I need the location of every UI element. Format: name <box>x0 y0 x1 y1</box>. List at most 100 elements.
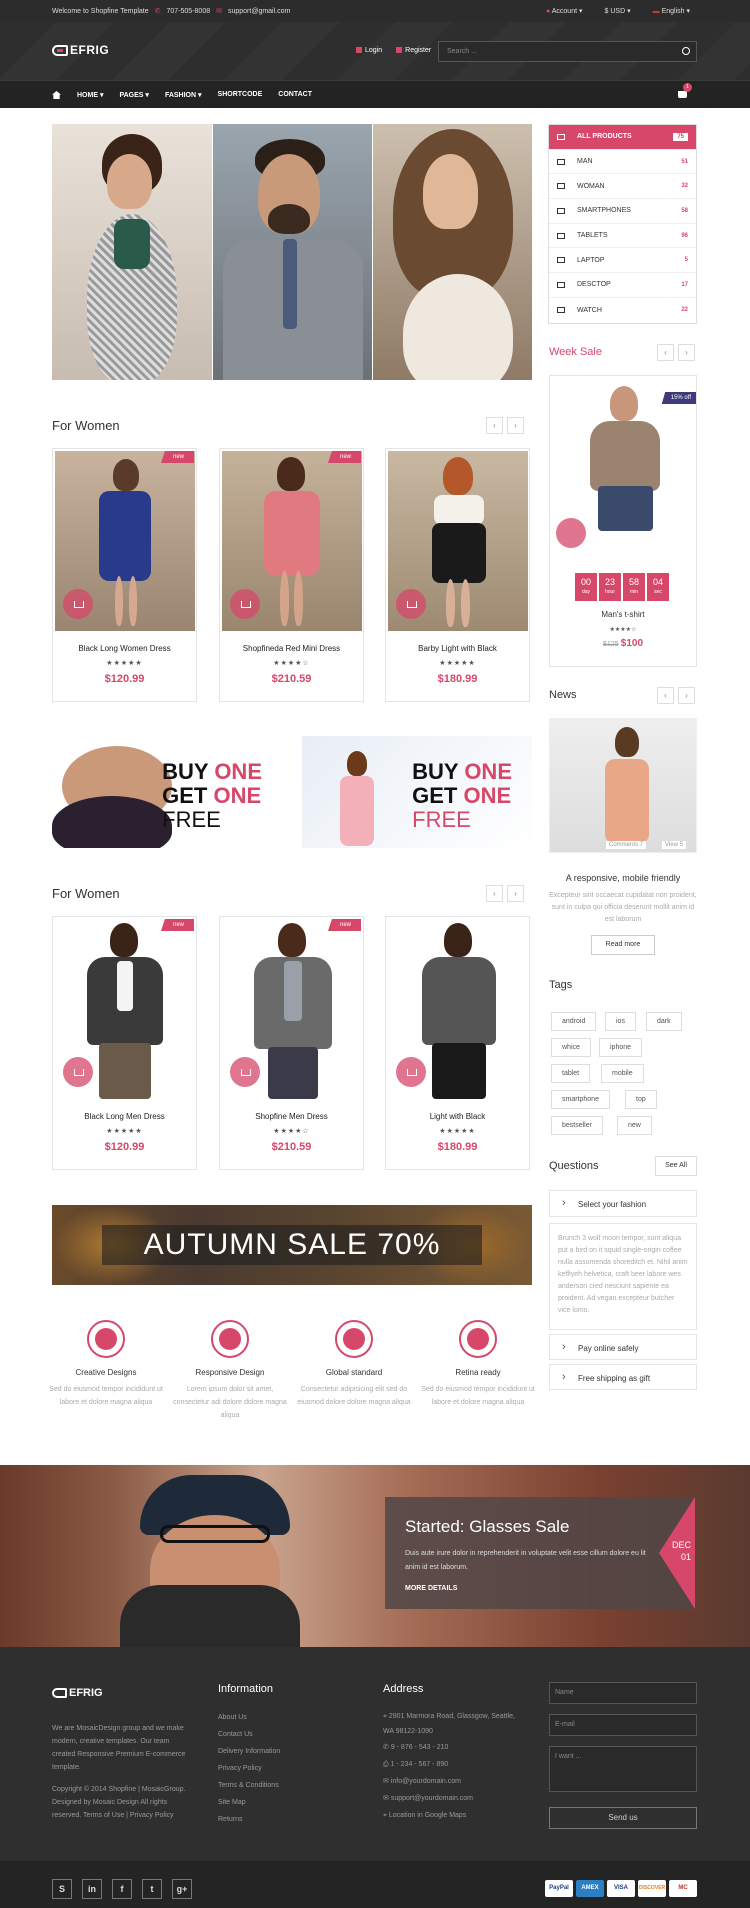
product-card[interactable]: new Shopfine Men Dress ★★★★☆ $210.59 <box>219 916 364 1170</box>
see-all-button[interactable]: See All <box>655 1156 697 1176</box>
nav-home[interactable]: HOME ▾ <box>77 91 103 99</box>
next-arrow-icon[interactable]: › <box>678 344 695 361</box>
category-smartphones[interactable]: SMARTPHONES 58 <box>549 199 696 224</box>
tag-new[interactable]: new <box>617 1116 652 1135</box>
category-laptop[interactable]: LAPTOP 5 <box>549 248 696 274</box>
prev-arrow-icon[interactable]: ‹ <box>657 687 674 704</box>
footer-logo[interactable]: EFRIG <box>52 1687 103 1699</box>
prev-arrow-icon[interactable]: ‹ <box>657 344 674 361</box>
read-more-button[interactable]: Read more <box>591 935 655 955</box>
next-arrow-icon[interactable]: › <box>507 885 524 902</box>
amex-icon: AMEX <box>576 1880 604 1897</box>
footer-link-about[interactable]: About Us <box>218 1709 280 1726</box>
product-card[interactable]: Barby Light with Black ★★★★★ $180.99 <box>385 448 530 702</box>
logo[interactable]: EFRIG <box>52 43 109 57</box>
footer-link-terms[interactable]: Terms & Conditions <box>218 1777 280 1794</box>
add-to-cart-button[interactable] <box>63 589 93 619</box>
question-free-shipping[interactable]: Free shipping as gift <box>549 1364 697 1390</box>
google-plus-icon[interactable]: g+ <box>172 1879 192 1899</box>
tag-tablet[interactable]: tablet <box>551 1064 591 1083</box>
email-link[interactable]: support@gmail.com <box>228 8 290 15</box>
add-to-cart-button[interactable] <box>230 1057 260 1087</box>
category-desctop[interactable]: DESCTOP 17 <box>549 273 696 298</box>
prev-arrow-icon[interactable]: ‹ <box>486 417 503 434</box>
product-price: $180.99 <box>437 673 478 685</box>
top-bar: Welcome to Shopfine Template ✆ 707-505-8… <box>0 0 750 22</box>
tag-bestseller[interactable]: bestseller <box>551 1116 603 1135</box>
autumn-sale-banner[interactable]: AUTUMN SALE 70% <box>52 1205 532 1285</box>
product-name[interactable]: Light with Black <box>386 1112 529 1121</box>
product-name[interactable]: Shopfine Men Dress <box>220 1112 363 1121</box>
tag-whice[interactable]: whice <box>551 1038 591 1057</box>
countdown-timer: 00 day 23 hour 58 min 04 sec <box>575 573 669 601</box>
category-man[interactable]: MAN 51 <box>549 150 696 175</box>
news-image[interactable]: Comments 7 View 5 <box>549 718 697 853</box>
timer-sec: 04 sec <box>647 573 669 601</box>
more-details-link[interactable]: MORE DETAILS <box>405 1585 675 1592</box>
rating-stars: ★★★★★ <box>106 660 143 667</box>
name-field[interactable]: Name <box>549 1682 697 1704</box>
footer-link-contact[interactable]: Contact Us <box>218 1726 280 1743</box>
product-card[interactable]: new Black Long Women Dress ★★★★★ $120.99 <box>52 448 197 702</box>
tag-top[interactable]: top <box>625 1090 657 1109</box>
account-dropdown[interactable]: ● Account ▾ <box>546 7 583 15</box>
product-card[interactable]: Light with Black ★★★★★ $180.99 <box>385 916 530 1170</box>
next-arrow-icon[interactable]: › <box>678 687 695 704</box>
promo-banner-2[interactable]: BUY ONE GET ONE FREE <box>302 736 532 848</box>
news-heading[interactable]: A responsive, mobile friendly <box>549 873 697 883</box>
search-input[interactable]: Search ... <box>438 41 697 62</box>
tag-ios[interactable]: ios <box>605 1012 636 1031</box>
product-price: $210.59 <box>271 673 312 685</box>
footer-address: Address ⌖ 2901 Marmora Road, Glassgow, S… <box>383 1683 515 1819</box>
product-name[interactable]: Shopfineda Red Mini Dress <box>220 644 363 653</box>
add-to-cart-button[interactable] <box>556 518 586 548</box>
footer-link-sitemap[interactable]: Site Map <box>218 1794 280 1811</box>
email-field[interactable]: E-mail <box>549 1714 697 1736</box>
prev-arrow-icon[interactable]: ‹ <box>486 885 503 902</box>
login-link[interactable]: Login <box>356 47 382 54</box>
skype-icon[interactable]: S <box>52 1879 72 1899</box>
currency-dropdown[interactable]: $ USD ▾ <box>605 7 631 15</box>
nav-fashion[interactable]: FASHION ▾ <box>165 91 202 99</box>
question-select-fashion[interactable]: Select your fashion <box>549 1190 697 1217</box>
next-arrow-icon[interactable]: › <box>507 417 524 434</box>
tag-iphone[interactable]: iphone <box>599 1038 643 1057</box>
nav-pages[interactable]: PAGES ▾ <box>119 91 148 99</box>
tablet-icon <box>459 1320 497 1358</box>
category-watch[interactable]: WATCH 22 <box>549 298 696 323</box>
nav-contact[interactable]: CONTACT <box>278 91 312 99</box>
tag-mobile[interactable]: mobile <box>601 1064 644 1083</box>
product-card[interactable]: new Black Long Men Dress ★★★★★ $120.99 <box>52 916 197 1170</box>
language-dropdown[interactable]: ▬ English ▾ <box>653 7 690 15</box>
register-link[interactable]: Register <box>396 47 431 54</box>
footer-link-privacy[interactable]: Privacy Policy <box>218 1760 280 1777</box>
product-card[interactable]: new Shopfineda Red Mini Dress ★★★★☆ $210… <box>219 448 364 702</box>
footer-link-delivery[interactable]: Delivery Information <box>218 1743 280 1760</box>
tag-android[interactable]: android <box>551 1012 597 1031</box>
add-to-cart-button[interactable] <box>396 589 426 619</box>
cart-icon[interactable]: 1 <box>678 83 692 98</box>
category-all-products[interactable]: ALL PRODUCTS 75 <box>549 125 696 150</box>
search-icon[interactable] <box>682 47 690 55</box>
footer-link-returns[interactable]: Returns <box>218 1811 280 1828</box>
add-to-cart-button[interactable] <box>230 589 260 619</box>
add-to-cart-button[interactable] <box>396 1057 426 1087</box>
product-name[interactable]: Barby Light with Black <box>386 644 529 653</box>
product-name[interactable]: Black Long Women Dress <box>53 644 196 653</box>
linkedin-icon[interactable]: in <box>82 1879 102 1899</box>
week-sale-product-name[interactable]: Man's t-shirt <box>550 610 696 619</box>
promo-banner-1[interactable]: BUY ONE GET ONE FREE <box>52 736 282 848</box>
facebook-icon[interactable]: f <box>112 1879 132 1899</box>
add-to-cart-button[interactable] <box>63 1057 93 1087</box>
category-woman[interactable]: WOMAN 32 <box>549 174 696 200</box>
send-button[interactable]: Send us <box>549 1807 697 1829</box>
message-field[interactable]: I want ... <box>549 1746 697 1792</box>
nav-shortcode[interactable]: SHORTCODE <box>218 91 263 99</box>
tag-smartphone[interactable]: smartphone <box>551 1090 610 1109</box>
twitter-icon[interactable]: t <box>142 1879 162 1899</box>
category-tablets[interactable]: TABLETS 96 <box>549 224 696 249</box>
home-icon[interactable] <box>52 91 61 99</box>
product-name[interactable]: Black Long Men Dress <box>53 1112 196 1121</box>
question-pay-online[interactable]: Pay online safely <box>549 1334 697 1360</box>
tag-dark[interactable]: dark <box>646 1012 682 1031</box>
